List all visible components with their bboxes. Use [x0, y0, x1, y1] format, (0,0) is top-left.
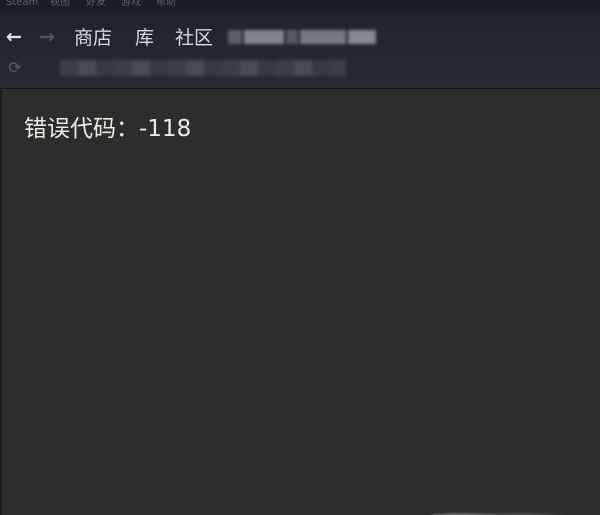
menu-item-view[interactable]: 视图 [50, 0, 70, 10]
menu-item-help[interactable]: 帮助 [156, 0, 176, 10]
reload-icon[interactable]: ⟳ [6, 59, 24, 77]
steam-window: Steam 视图 好友 游戏 帮助 ← → 商店 库 社区 ⟳ 错误代码：-11… [0, 0, 600, 515]
tab-community[interactable]: 社区 [175, 26, 213, 50]
browser-content: 错误代码：-118 [2, 88, 600, 515]
menu-item-steam[interactable]: Steam [6, 0, 38, 10]
menu-item-friends[interactable]: 好友 [86, 0, 106, 10]
tab-library[interactable]: 库 [135, 26, 154, 50]
forward-arrow-icon[interactable]: → [37, 26, 57, 48]
menu-bar: Steam 视图 好友 游戏 帮助 [0, 0, 600, 12]
navigation-bar: ← → 商店 库 社区 ⟳ [0, 12, 600, 88]
error-message: 错误代码：-118 [24, 116, 192, 142]
tab-store[interactable]: 商店 [74, 26, 112, 50]
menu-item-games[interactable]: 游戏 [121, 0, 141, 10]
back-arrow-icon[interactable]: ← [4, 26, 24, 48]
url-bar-redacted [60, 60, 346, 76]
cursor-artifact [432, 507, 582, 515]
